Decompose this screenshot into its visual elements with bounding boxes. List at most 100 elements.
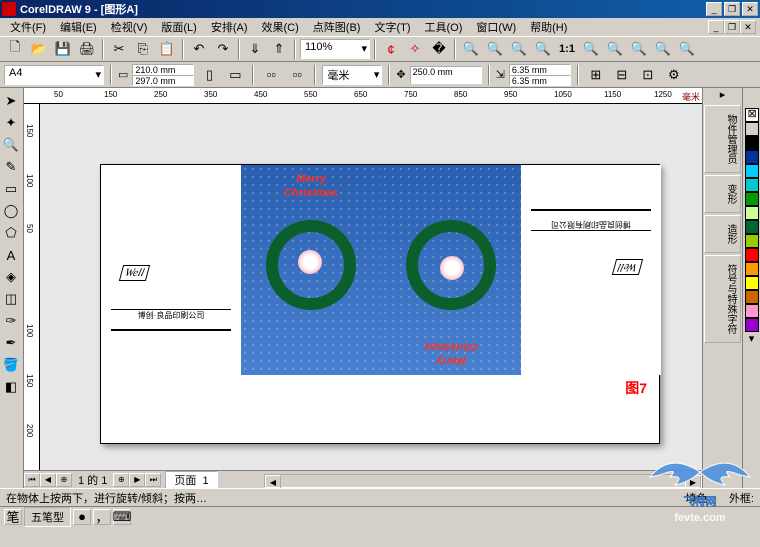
ruler-vertical[interactable]: 150 100 50 100 150 200 — [24, 104, 40, 488]
zoom-width-button[interactable]: 🔍 — [652, 38, 674, 60]
eyedropper-tool[interactable]: ✑ — [0, 310, 22, 332]
nudge-field[interactable]: 250.0 mm — [410, 66, 482, 84]
ime-shape-button[interactable]: ● — [73, 509, 91, 525]
menu-layout[interactable]: 版面(L) — [155, 18, 202, 36]
zoom-in-icon[interactable]: 🔍 — [460, 38, 482, 60]
polygon-tool[interactable]: ⬠ — [0, 222, 22, 244]
color-swatch[interactable] — [745, 304, 759, 318]
mdi-close-button[interactable]: ✕ — [740, 20, 756, 34]
color-swatch[interactable] — [745, 164, 759, 178]
pages2-icon[interactable]: ▫▫ — [286, 64, 308, 86]
menu-file[interactable]: 文件(F) — [4, 18, 52, 36]
close-button[interactable]: ✕ — [742, 2, 758, 16]
ime-softkb-button[interactable]: ⌨ — [113, 509, 131, 525]
canvas[interactable]: Well 博创·良品印刷公司 Merry Christmas — [40, 104, 702, 474]
color-swatch[interactable] — [745, 220, 759, 234]
add-after-button[interactable]: ⊕ — [113, 473, 129, 487]
print-button[interactable]: 🖨 — [76, 38, 98, 60]
interactive-tool[interactable]: ◧ — [0, 376, 22, 398]
page-width-field[interactable]: 210.0 mm — [132, 64, 194, 75]
new-button[interactable]: 🗋 — [4, 38, 26, 60]
text-tool[interactable]: A — [0, 244, 22, 266]
export-button[interactable]: ⇑ — [268, 38, 290, 60]
dup-y-field[interactable]: 6.35 mm — [509, 75, 571, 86]
pick-tool[interactable]: ➤ — [0, 90, 22, 112]
corel-online-button[interactable]: ✧ — [404, 38, 426, 60]
ime-icon[interactable]: 笔 — [4, 509, 22, 525]
paste-button[interactable]: 📋 — [156, 38, 178, 60]
launch-app-button[interactable]: ¢ — [380, 38, 402, 60]
save-button[interactable]: 💾 — [52, 38, 74, 60]
zoom-11-button[interactable]: 1:1 — [556, 38, 578, 60]
next-page-button[interactable]: ▶ — [129, 473, 145, 487]
zoom-100-button[interactable]: 🔍 — [532, 38, 554, 60]
menu-edit[interactable]: 编辑(E) — [54, 18, 103, 36]
zoom-combo[interactable]: 110% — [300, 39, 370, 59]
ruler-horizontal[interactable]: 50 150 250 350 450 550 650 750 850 950 1… — [24, 88, 702, 104]
color-swatch[interactable] — [745, 276, 759, 290]
prev-page-button[interactable]: ◀ — [40, 473, 56, 487]
menu-bitmap[interactable]: 点阵图(B) — [307, 18, 367, 36]
color-swatch[interactable] — [745, 178, 759, 192]
palette-scroll-down[interactable]: ▾ — [743, 332, 760, 345]
docker-transform[interactable]: 变形 — [704, 175, 741, 213]
snap-obj-button[interactable]: ⊡ — [637, 64, 659, 86]
units-combo[interactable]: 毫米 — [322, 65, 382, 85]
cut-button[interactable]: ✂ — [108, 38, 130, 60]
zoom-page-button[interactable]: 🔍 — [628, 38, 650, 60]
color-swatch[interactable] — [745, 290, 759, 304]
scroll-right-button[interactable]: ▶ — [685, 475, 701, 488]
color-swatch[interactable] — [745, 206, 759, 220]
color-swatch[interactable] — [745, 234, 759, 248]
color-swatch[interactable] — [745, 192, 759, 206]
undo-button[interactable]: ↶ — [188, 38, 210, 60]
interactive-transp-tool[interactable]: ◫ — [0, 288, 22, 310]
copy-button[interactable]: ⎘ — [132, 38, 154, 60]
zoom-tool[interactable]: 🔍 — [0, 134, 22, 156]
docker-shaping[interactable]: 造形 — [704, 215, 741, 253]
landscape-button[interactable]: ▭ — [224, 64, 246, 86]
import-button[interactable]: ⇓ — [244, 38, 266, 60]
docker-symbols[interactable]: 符号与特殊字符 — [704, 255, 741, 343]
color-swatch[interactable] — [745, 262, 759, 276]
mdi-minimize-button[interactable]: _ — [708, 20, 724, 34]
first-page-button[interactable]: ⏮ — [24, 473, 40, 487]
last-page-button[interactable]: ⏭ — [145, 473, 161, 487]
ime-punct-button[interactable]: ， — [93, 509, 111, 525]
menu-help[interactable]: 帮助(H) — [524, 18, 573, 36]
shape-tool[interactable]: ✦ — [0, 112, 22, 134]
restore-button[interactable]: ❐ — [724, 2, 740, 16]
docker-collapse-button[interactable]: ▸ — [703, 88, 742, 104]
minimize-button[interactable]: _ — [706, 2, 722, 16]
zoom-all-button[interactable]: 🔍 — [604, 38, 626, 60]
freehand-tool[interactable]: ✎ — [0, 156, 22, 178]
what-button[interactable]: � — [428, 38, 450, 60]
outline-tool[interactable]: ✒ — [0, 332, 22, 354]
paper-size-combo[interactable]: A4 — [4, 65, 104, 85]
portrait-button[interactable]: ▯ — [198, 64, 220, 86]
fill-tool[interactable]: 🪣 — [0, 354, 22, 376]
add-before-button[interactable]: ⊕ — [56, 473, 72, 487]
color-swatch[interactable] — [745, 136, 759, 150]
menu-text[interactable]: 文字(T) — [368, 18, 416, 36]
menu-arrange[interactable]: 安排(A) — [205, 18, 254, 36]
docker-object-manager[interactable]: 物件管理员 — [704, 105, 741, 173]
color-swatch[interactable] — [745, 150, 759, 164]
scroll-left-button[interactable]: ◀ — [265, 475, 281, 488]
color-swatch[interactable] — [745, 248, 759, 262]
menu-view[interactable]: 检视(V) — [105, 18, 154, 36]
zoom-sel-button[interactable]: 🔍 — [580, 38, 602, 60]
menu-effects[interactable]: 效果(C) — [256, 18, 305, 36]
horizontal-scrollbar[interactable]: ◀ ▶ — [264, 474, 702, 488]
pages-icon[interactable]: ▫▫ — [260, 64, 282, 86]
menu-tools[interactable]: 工具(O) — [419, 18, 469, 36]
mdi-restore-button[interactable]: ❐ — [724, 20, 740, 34]
page-tab[interactable]: 页面 1 — [165, 471, 217, 489]
color-swatch[interactable] — [745, 318, 759, 332]
zoom-actual-button[interactable]: 🔍 — [508, 38, 530, 60]
menu-window[interactable]: 窗口(W) — [470, 18, 522, 36]
page-height-field[interactable]: 297.0 mm — [132, 75, 194, 86]
open-button[interactable]: 📂 — [28, 38, 50, 60]
interactive-fill-tool[interactable]: ◈ — [0, 266, 22, 288]
no-color-swatch[interactable]: ⊠ — [745, 108, 759, 122]
